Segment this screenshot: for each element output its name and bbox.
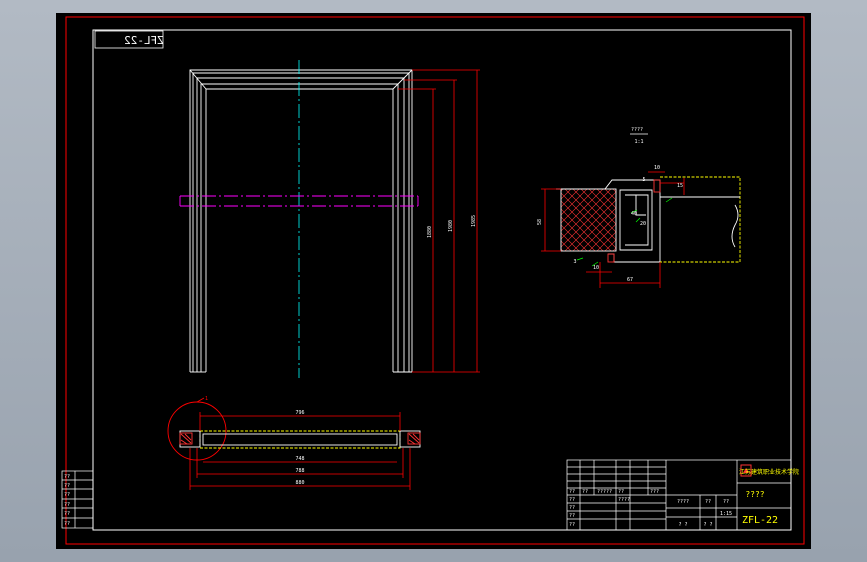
dim-mid2: 20 bbox=[640, 221, 646, 227]
dim-left-small: 5 bbox=[642, 177, 645, 183]
dim-mid: 40 bbox=[631, 211, 637, 217]
rev-label-5: ?? bbox=[64, 511, 70, 517]
section-scale: 1:1 bbox=[634, 139, 643, 145]
dim-top-width: 796 bbox=[295, 410, 304, 416]
tb-col-1: ???? bbox=[677, 499, 689, 505]
dim-mid-height: 1980 bbox=[448, 220, 454, 232]
tb-sheet-2: ? ? bbox=[703, 522, 712, 528]
dim-inner-height: 1880 bbox=[427, 226, 433, 238]
sign-row1-d: ?? bbox=[618, 489, 624, 495]
part-name: ???? bbox=[745, 490, 764, 499]
detail-marker: 1 bbox=[205, 396, 208, 402]
tb-sheet-1: ? ? bbox=[678, 522, 687, 528]
dim-bottom-right: 10 bbox=[593, 265, 599, 271]
tb-col-3: ?? bbox=[723, 499, 729, 505]
sign-row1-e: ??? bbox=[650, 489, 659, 495]
sign-left-4: ?? bbox=[569, 522, 575, 528]
dim-section-height: 58 bbox=[537, 219, 543, 225]
sign-row1-c: ????? bbox=[597, 489, 612, 495]
drawing-sheet bbox=[56, 13, 811, 549]
sign-row1-a: ?? bbox=[569, 489, 575, 495]
dim-outer-height: 1985 bbox=[471, 215, 477, 227]
rev-label-3: ?? bbox=[64, 492, 70, 498]
tb-col-2: ?? bbox=[705, 499, 711, 505]
dim-bottom-left: 3 bbox=[573, 259, 576, 265]
rev-label-1: ?? bbox=[64, 474, 70, 480]
sign-left-2: ?? bbox=[569, 505, 575, 511]
sign-left-1: ?? bbox=[569, 497, 575, 503]
company-name: 江苏建筑职业技术学院 bbox=[739, 468, 799, 476]
code-box-label: ZFL-22 bbox=[124, 34, 164, 47]
dim-top-right: 15 bbox=[677, 183, 683, 189]
sign-row1-b: ?? bbox=[582, 489, 588, 495]
rev-label-2: ?? bbox=[64, 483, 70, 489]
section-title: ???? bbox=[631, 127, 643, 133]
dim-inner-width: 748 bbox=[295, 456, 304, 462]
sign-mid-col: ???? bbox=[618, 497, 630, 503]
rev-label-4: ?? bbox=[64, 502, 70, 508]
drawing-canvas: ZFL-22 1880 1980 1985 1 796 748 788 880 … bbox=[56, 13, 811, 549]
tb-scale: 1:15 bbox=[720, 511, 732, 517]
hatched-wall bbox=[560, 188, 617, 252]
sign-left-3: ?? bbox=[569, 513, 575, 519]
cad-viewport: ZFL-22 1880 1980 1985 1 796 748 788 880 … bbox=[0, 0, 867, 562]
dim-top-left: 10 bbox=[654, 165, 660, 171]
dim-mid-width: 788 bbox=[295, 468, 304, 474]
drawing-number: ZFL-22 bbox=[742, 515, 778, 526]
dim-bottom-width: 67 bbox=[627, 277, 633, 283]
rev-label-6: ?? bbox=[64, 521, 70, 527]
dim-outer-width: 880 bbox=[295, 480, 304, 486]
